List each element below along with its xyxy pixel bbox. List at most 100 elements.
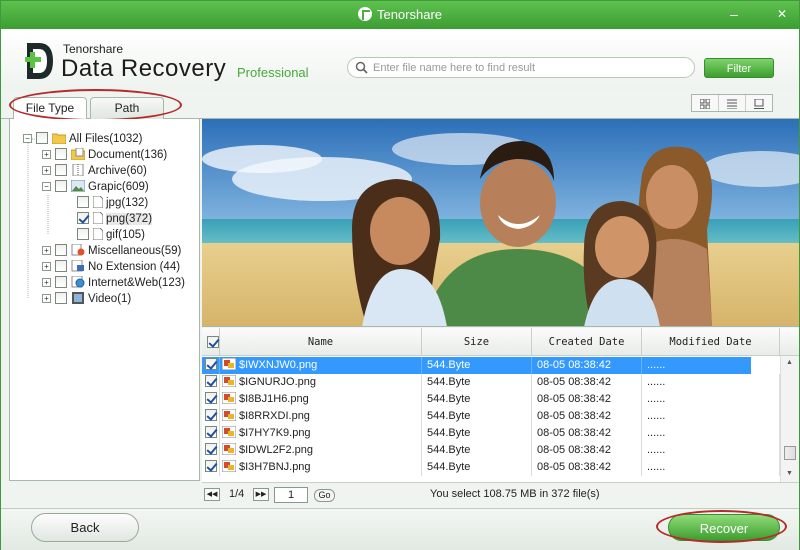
col-modified-date[interactable]: Modified Date bbox=[642, 328, 780, 356]
tree-label: gif(105) bbox=[106, 229, 145, 241]
grid-icon bbox=[700, 99, 710, 109]
tree-node-gif[interactable]: gif(105) bbox=[77, 227, 145, 243]
tree-node-miscellaneous[interactable]: + Miscellaneous(59) bbox=[42, 243, 181, 259]
window-title: Tenorshare bbox=[1, 7, 799, 22]
modified-date: ...... bbox=[642, 408, 780, 425]
folder-icon bbox=[51, 132, 67, 145]
checkbox[interactable] bbox=[77, 228, 89, 240]
row-checkbox[interactable] bbox=[205, 426, 217, 438]
tree-node-internet-web[interactable]: + Internet&Web(123) bbox=[42, 275, 185, 291]
scroll-up-arrow-icon[interactable]: ▲ bbox=[786, 359, 793, 366]
png-file-icon bbox=[221, 374, 237, 388]
file-icon bbox=[92, 195, 104, 209]
file-name: $I8BJ1H6.png bbox=[239, 393, 309, 405]
tree-node-all-files[interactable]: − All Files(1032) bbox=[23, 131, 143, 147]
table-row[interactable]: $IGNURJO.png 544.Byte 08-05 08:38:42 ...… bbox=[202, 374, 780, 391]
png-file-icon bbox=[221, 459, 237, 473]
tree-node-png[interactable]: png(372) bbox=[77, 211, 153, 227]
table-row[interactable]: $I7HY7K9.png 544.Byte 08-05 08:38:42 ...… bbox=[202, 425, 780, 442]
row-checkbox[interactable] bbox=[205, 392, 217, 404]
misc-icon bbox=[71, 243, 85, 256]
vertical-scrollbar[interactable]: ▲ ▼ bbox=[780, 356, 799, 482]
tree-node-video[interactable]: + Video(1) bbox=[42, 291, 131, 307]
tree-label: Document(136) bbox=[88, 149, 168, 161]
col-name[interactable]: Name bbox=[220, 328, 422, 356]
page-number-input[interactable]: 1 bbox=[274, 487, 308, 503]
tree-node-grapic[interactable]: − Grapic(609) bbox=[42, 179, 149, 195]
checkbox[interactable] bbox=[77, 196, 89, 208]
table-row[interactable]: $IDWL2F2.png 544.Byte 08-05 08:38:42 ...… bbox=[202, 442, 780, 459]
close-button[interactable]: ✕ bbox=[771, 5, 793, 23]
brand-company: Tenorshare bbox=[63, 42, 124, 56]
scroll-down-arrow-icon[interactable]: ▼ bbox=[786, 470, 793, 477]
minimize-button[interactable]: – bbox=[723, 5, 745, 23]
file-name: $I7HY7K9.png bbox=[239, 427, 311, 439]
family-beach-photo bbox=[202, 119, 799, 326]
tree-node-archive[interactable]: + Archive(60) bbox=[42, 163, 147, 179]
prev-page-button[interactable]: ◀◀ bbox=[204, 488, 220, 501]
file-type-tree: − All Files(1032) + Document(136) + Archive… bbox=[9, 119, 200, 481]
tree-label: png(372) bbox=[106, 213, 153, 225]
back-button[interactable]: Back bbox=[31, 513, 139, 542]
file-size: 544.Byte bbox=[422, 374, 532, 391]
list-view-button[interactable] bbox=[719, 95, 746, 111]
modified-date: ...... bbox=[642, 391, 780, 408]
tree-node-no-extension[interactable]: + No Extension (44) bbox=[42, 259, 180, 275]
globe-icon bbox=[71, 275, 85, 288]
go-button[interactable]: Go bbox=[314, 489, 335, 502]
no-extension-icon bbox=[71, 259, 85, 272]
row-checkbox[interactable] bbox=[205, 358, 217, 370]
checkbox[interactable] bbox=[55, 180, 67, 192]
preview-view-button[interactable] bbox=[746, 95, 772, 111]
checkbox[interactable] bbox=[55, 244, 67, 256]
file-size: 544.Byte bbox=[422, 459, 532, 476]
next-page-button[interactable]: ▶▶ bbox=[253, 488, 269, 501]
tree-label: Archive(60) bbox=[88, 165, 147, 177]
col-size[interactable]: Size bbox=[422, 328, 532, 356]
tenorshare-logo-icon bbox=[357, 7, 372, 21]
file-name: $IGNURJO.png bbox=[239, 376, 317, 388]
tree-label: Grapic(609) bbox=[88, 181, 149, 193]
select-all-checkbox[interactable] bbox=[206, 336, 219, 348]
created-date: 08-05 08:38:42 bbox=[532, 391, 642, 408]
tree-label: No Extension (44) bbox=[88, 261, 181, 273]
image-preview bbox=[202, 119, 799, 327]
checkbox[interactable] bbox=[55, 148, 67, 160]
modified-date: ...... bbox=[642, 425, 780, 442]
selection-status: You select 108.75 MB in 372 file(s) bbox=[430, 488, 600, 500]
file-name: $I8RRXDI.png bbox=[239, 410, 310, 422]
tree-node-jpg[interactable]: jpg(132) bbox=[77, 195, 148, 211]
window-title-text: Tenorshare bbox=[376, 7, 443, 22]
file-size: 544.Byte bbox=[422, 408, 532, 425]
checkbox[interactable] bbox=[55, 164, 67, 176]
header: Tenorshare Data Recovery Professional En… bbox=[1, 29, 799, 91]
file-table: Name Size Created Date Modified Date $IW… bbox=[202, 328, 799, 482]
row-checkbox[interactable] bbox=[205, 460, 217, 472]
checkbox[interactable] bbox=[55, 276, 67, 288]
tabs-highlight-annotation bbox=[9, 89, 182, 121]
document-folder-icon bbox=[70, 147, 86, 161]
table-row[interactable]: $I8BJ1H6.png 544.Byte 08-05 08:38:42 ...… bbox=[202, 391, 780, 408]
checkbox[interactable] bbox=[55, 292, 67, 304]
tree-node-document[interactable]: + Document(136) bbox=[42, 147, 167, 163]
checkbox[interactable] bbox=[55, 260, 67, 272]
file-name: $I3H7BNJ.png bbox=[239, 461, 311, 473]
scroll-thumb[interactable] bbox=[784, 446, 796, 460]
row-checkbox[interactable] bbox=[205, 443, 217, 455]
search-input[interactable]: Enter file name here to find result bbox=[347, 57, 695, 78]
recover-highlight-annotation bbox=[656, 510, 787, 543]
row-checkbox[interactable] bbox=[205, 375, 217, 387]
filter-button[interactable]: Filter bbox=[704, 58, 774, 78]
image-icon bbox=[70, 179, 86, 193]
table-row[interactable]: $I3H7BNJ.png 544.Byte 08-05 08:38:42 ...… bbox=[202, 459, 780, 476]
created-date: 08-05 08:38:42 bbox=[532, 357, 642, 374]
checkbox-checked[interactable] bbox=[77, 212, 89, 224]
thumbnail-view-button[interactable] bbox=[692, 95, 719, 111]
table-header: Name Size Created Date Modified Date bbox=[202, 328, 799, 356]
table-row[interactable]: $IWXNJW0.png 544.Byte 08-05 08:38:42 ...… bbox=[202, 357, 751, 374]
checkbox[interactable] bbox=[36, 132, 48, 144]
table-row[interactable]: $I8RRXDI.png 544.Byte 08-05 08:38:42 ...… bbox=[202, 408, 780, 425]
col-created-date[interactable]: Created Date bbox=[532, 328, 642, 356]
row-checkbox[interactable] bbox=[205, 409, 217, 421]
png-file-icon bbox=[221, 442, 237, 456]
